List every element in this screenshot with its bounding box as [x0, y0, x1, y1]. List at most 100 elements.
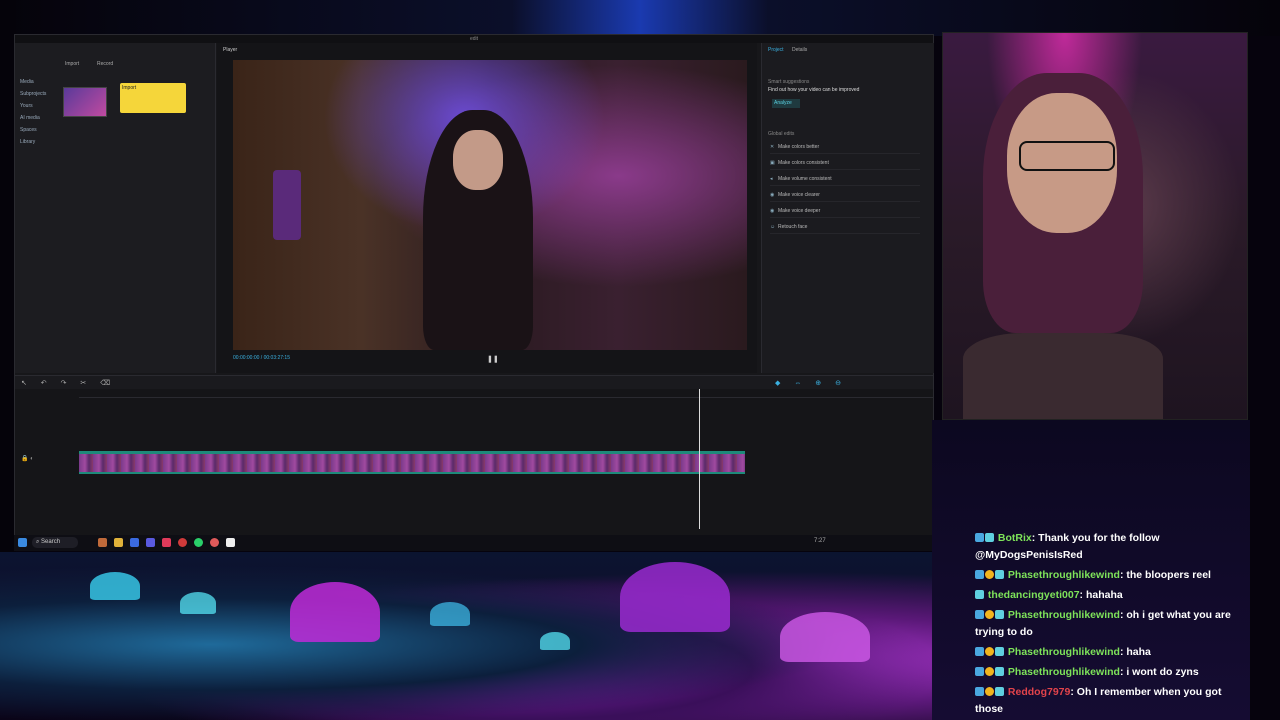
chat-username: thedancingyeti007 [987, 589, 1080, 601]
tab-project[interactable]: Project [768, 47, 784, 53]
badge-icon [995, 647, 1004, 656]
obs-icon[interactable] [178, 538, 187, 547]
chat-username: Phasethroughlikewind [1007, 646, 1120, 658]
badge-icon [975, 647, 984, 656]
overlay-top-banner [0, 0, 1280, 36]
video-track-clips[interactable] [79, 451, 745, 474]
edit-make-colors-consistent[interactable]: ▣ Make colors consistent [770, 157, 920, 170]
app-red-icon[interactable] [162, 538, 171, 547]
edit-retouch-face[interactable]: ☺ Retouch face [770, 221, 920, 234]
start-icon[interactable] [18, 538, 27, 547]
media-panel: Import Record Media Subprojects Yours AI… [15, 43, 216, 373]
analyze-button[interactable]: Analyze [772, 99, 800, 108]
smart-suggestions-heading: Smart suggestions [768, 79, 810, 85]
badge-icon [995, 610, 1004, 619]
properties-panel: Project Details Smart suggestions Find o… [761, 43, 934, 373]
edit-make-voice-deeper[interactable]: ◉ Make voice deeper [770, 205, 920, 218]
preview-video-frame[interactable] [233, 60, 747, 350]
face-icon: ☺ [770, 224, 776, 230]
taskbar-clock: 7:27 [814, 538, 826, 544]
media-thumbnail[interactable] [63, 87, 107, 117]
tab-import[interactable]: Import [65, 61, 79, 67]
badge-icon [985, 610, 994, 619]
badge-icon [975, 687, 984, 696]
chat-username: Phasethroughlikewind [1007, 609, 1120, 621]
tab-details[interactable]: Details [792, 47, 807, 53]
sidebar-item-library[interactable]: Library [20, 139, 35, 145]
badge-icon [985, 533, 994, 542]
chat-username: Phasethroughlikewind [1007, 569, 1120, 581]
badge-icon [975, 533, 984, 542]
editor-title-bar: edit [15, 35, 933, 43]
discord-icon[interactable] [146, 538, 155, 547]
player-timecode: 00:00:00:00 / 00:03:27:15 [233, 355, 290, 361]
palette-icon: ▣ [770, 160, 775, 166]
edit-make-voice-clearer[interactable]: ◉ Make voice clearer [770, 189, 920, 202]
global-edits-heading: Global edits [768, 131, 795, 137]
player-label: Player [223, 47, 238, 53]
chat-message: BotRix: Thank you for the follow @MyDogs… [975, 530, 1245, 563]
chat-overlay: BotRix: Thank you for the follow @MyDogs… [932, 420, 1250, 720]
webcam-feed [942, 32, 1248, 420]
editor-app-icon[interactable] [226, 538, 235, 547]
sidebar-item-yours[interactable]: Yours [20, 103, 33, 109]
track-controls-icons[interactable]: 🔒 ◐ [21, 455, 34, 462]
sidebar-item-subprojects[interactable]: Subprojects [20, 91, 46, 97]
streamer-glasses [1019, 141, 1115, 171]
app-icon[interactable] [98, 538, 107, 547]
chat-message: Phasethroughlikewind: oh i get what you … [975, 607, 1245, 640]
chat-username: Phasethroughlikewind [1007, 666, 1120, 678]
chat-message: Phasethroughlikewind: haha [975, 644, 1245, 661]
timeline-ruler[interactable] [79, 389, 933, 398]
badge-icon [985, 647, 994, 656]
badge-icon [985, 687, 994, 696]
chat-text: : haha [1119, 646, 1151, 658]
timeline-tools-icons[interactable]: ↖ ↶ ↷ ✂ ⌫ [21, 379, 116, 387]
video-editor-window: edit Import Record Media Subprojects You… [14, 34, 934, 536]
badge-icon [995, 667, 1004, 676]
overlay-mushroom-scene [0, 552, 960, 720]
edit-make-volume-consistent[interactable]: ◂ Make volume consistent [770, 173, 920, 186]
badge-icon [975, 590, 984, 599]
badge-icon [975, 570, 984, 579]
sidebar-item-media[interactable]: Media [20, 79, 34, 85]
badge-icon [995, 570, 1004, 579]
voice-icon: ◉ [770, 192, 775, 198]
chat-message: thedancingyeti007: hahaha [975, 587, 1245, 604]
pause-icon[interactable]: ❚❚ [487, 355, 499, 363]
chat-text: : hahaha [1079, 589, 1123, 601]
chat-username: BotRix [997, 532, 1032, 544]
chat-message: Reddog7979: Oh I remember when you got t… [975, 684, 1245, 717]
spotify-icon[interactable] [194, 538, 203, 547]
volume-icon: ◂ [770, 176, 773, 182]
tab-record[interactable]: Record [97, 61, 113, 67]
chat-message: Phasethroughlikewind: the bloopers reel [975, 567, 1245, 584]
windows-taskbar: ⌕ Search 7:27 [14, 535, 932, 551]
chat-username: Reddog7979 [1007, 686, 1071, 698]
video-subject-face [453, 130, 503, 190]
badge-icon [995, 687, 1004, 696]
sidebar-item-ai-media[interactable]: AI media [20, 115, 40, 121]
browser-icon[interactable] [130, 538, 139, 547]
badge-icon [975, 667, 984, 676]
playhead[interactable] [699, 389, 700, 529]
edit-make-colors-better[interactable]: ✕ Make colors better [770, 141, 920, 154]
chat-text: : i wont do zyns [1119, 666, 1199, 678]
folder-icon[interactable] [114, 538, 123, 547]
badge-icon [975, 610, 984, 619]
streamer-body [963, 333, 1163, 419]
sidebar-item-spaces[interactable]: Spaces [20, 127, 37, 133]
taskbar-search[interactable]: ⌕ Search [32, 537, 78, 548]
voice-deep-icon: ◉ [770, 208, 775, 214]
timeline-toolbar: ↖ ↶ ↷ ✂ ⌫ ◆ ⇔ ⊕ ⊖ [15, 375, 933, 390]
badge-icon [985, 667, 994, 676]
tooltip-popup: Import [120, 83, 186, 113]
app-circle-icon[interactable] [210, 538, 219, 547]
smart-suggestions-text: Find out how your video can be improved [768, 87, 860, 93]
timeline-zoom-icons[interactable]: ◆ ⇔ ⊕ ⊖ [775, 379, 847, 387]
chat-text: : the bloopers reel [1119, 569, 1211, 581]
preview-player: Player 00:00:00:00 / 00:03:27:15 ❚❚ [217, 43, 757, 373]
chat-message: Phasethroughlikewind: i wont do zyns [975, 664, 1245, 681]
badge-icon [985, 570, 994, 579]
video-microphone [273, 170, 301, 240]
